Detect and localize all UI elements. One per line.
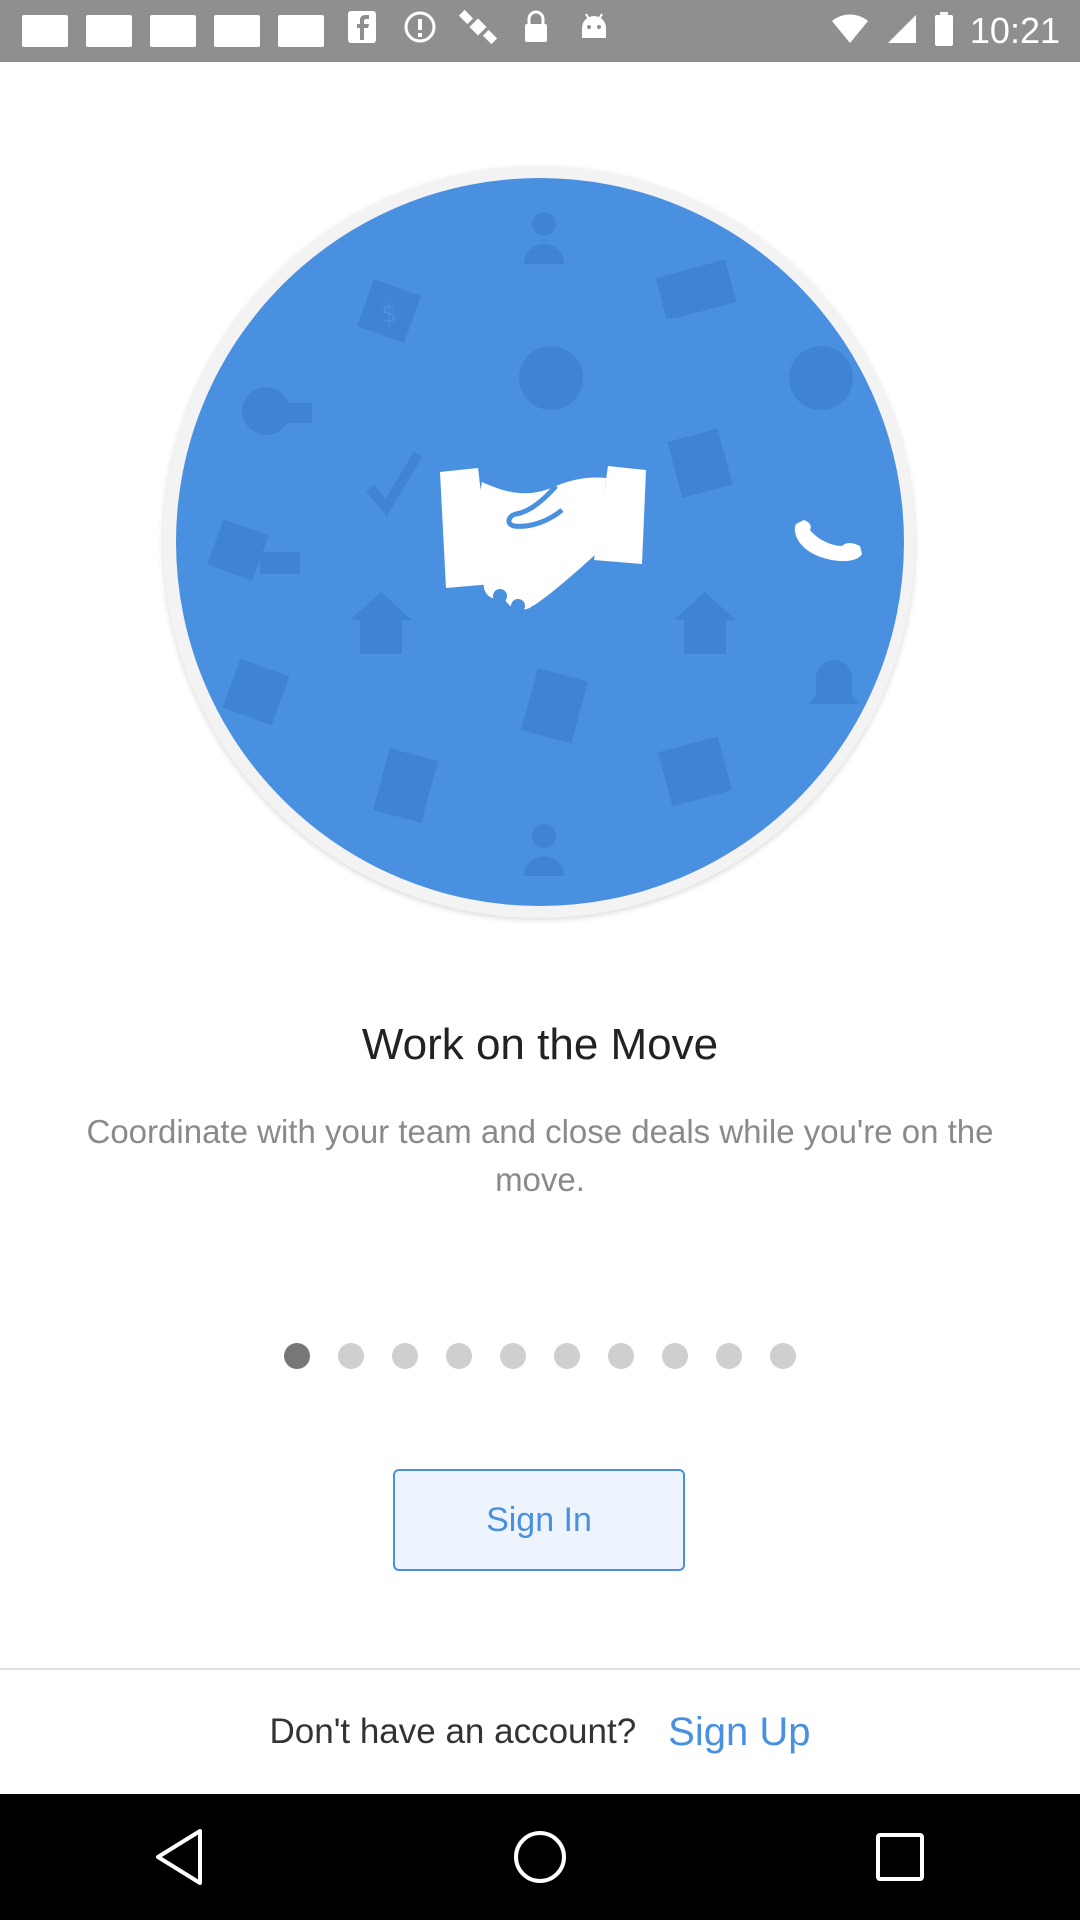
notification-icons — [0, 7, 614, 55]
phone-icon — [794, 520, 862, 562]
signal-icon — [886, 13, 918, 50]
money-bag-icon — [242, 387, 312, 435]
status-time: 10:21 — [969, 10, 1060, 51]
page-dot-9[interactable] — [716, 1343, 742, 1369]
sign-in-button[interactable]: Sign In — [393, 1469, 685, 1571]
page-dot-2[interactable] — [338, 1343, 364, 1369]
notification-square-icon — [278, 15, 324, 47]
document-icon — [657, 736, 733, 807]
facebook-icon — [342, 10, 382, 52]
divider — [0, 1668, 1080, 1670]
home-icon — [350, 592, 412, 654]
page-indicator[interactable] — [0, 1343, 1080, 1369]
info-icon — [400, 10, 440, 52]
page-dot-6[interactable] — [554, 1343, 580, 1369]
handshake-icon — [440, 466, 646, 619]
person-circle-icon — [519, 346, 583, 410]
sign-up-row: Don't have an account? Sign Up — [0, 1700, 1080, 1764]
page-dot-10[interactable] — [770, 1343, 796, 1369]
onboarding-description: Coordinate with your team and close deal… — [86, 1113, 994, 1198]
android-icon — [574, 10, 614, 52]
dollar-icon — [222, 658, 290, 726]
hero-illustration: $ — [176, 178, 904, 906]
bell-icon — [808, 660, 860, 704]
dollar-icon — [207, 519, 300, 581]
dollar-icon: $ — [356, 278, 422, 344]
page-dot-5[interactable] — [500, 1343, 526, 1369]
battery-icon — [934, 11, 954, 52]
page-dot-7[interactable] — [608, 1343, 634, 1369]
lock-icon — [516, 9, 556, 53]
home-icon[interactable] — [500, 1817, 580, 1897]
sign-up-link[interactable]: Sign Up — [668, 1710, 810, 1755]
notification-square-icon — [150, 15, 196, 47]
page-dot-8[interactable] — [662, 1343, 688, 1369]
notification-square-icon — [22, 15, 68, 47]
svg-text:$: $ — [381, 299, 398, 329]
person-circle-icon — [789, 346, 853, 410]
page-dot-1[interactable] — [284, 1343, 310, 1369]
onboarding-title: Work on the Move — [361, 1020, 719, 1069]
check-icon — [366, 451, 423, 517]
notification-square-icon — [86, 15, 132, 47]
home-icon — [674, 592, 736, 654]
navigation-bar — [0, 1794, 1080, 1920]
satellite-icon — [458, 7, 498, 55]
wifi-icon — [830, 13, 870, 50]
document-icon — [667, 428, 733, 498]
page-dot-3[interactable] — [392, 1343, 418, 1369]
person-icon — [524, 824, 564, 876]
building-icon — [373, 748, 439, 823]
no-account-text: Don't have an account? — [269, 1712, 637, 1751]
document-icon — [521, 668, 588, 744]
status-bar: 10:21 — [0, 0, 1080, 62]
recents-icon[interactable] — [860, 1817, 940, 1897]
person-icon — [524, 212, 564, 264]
mail-icon — [656, 259, 736, 318]
notification-square-icon — [214, 15, 260, 47]
page-dot-4[interactable] — [446, 1343, 472, 1369]
back-icon[interactable] — [140, 1817, 220, 1897]
